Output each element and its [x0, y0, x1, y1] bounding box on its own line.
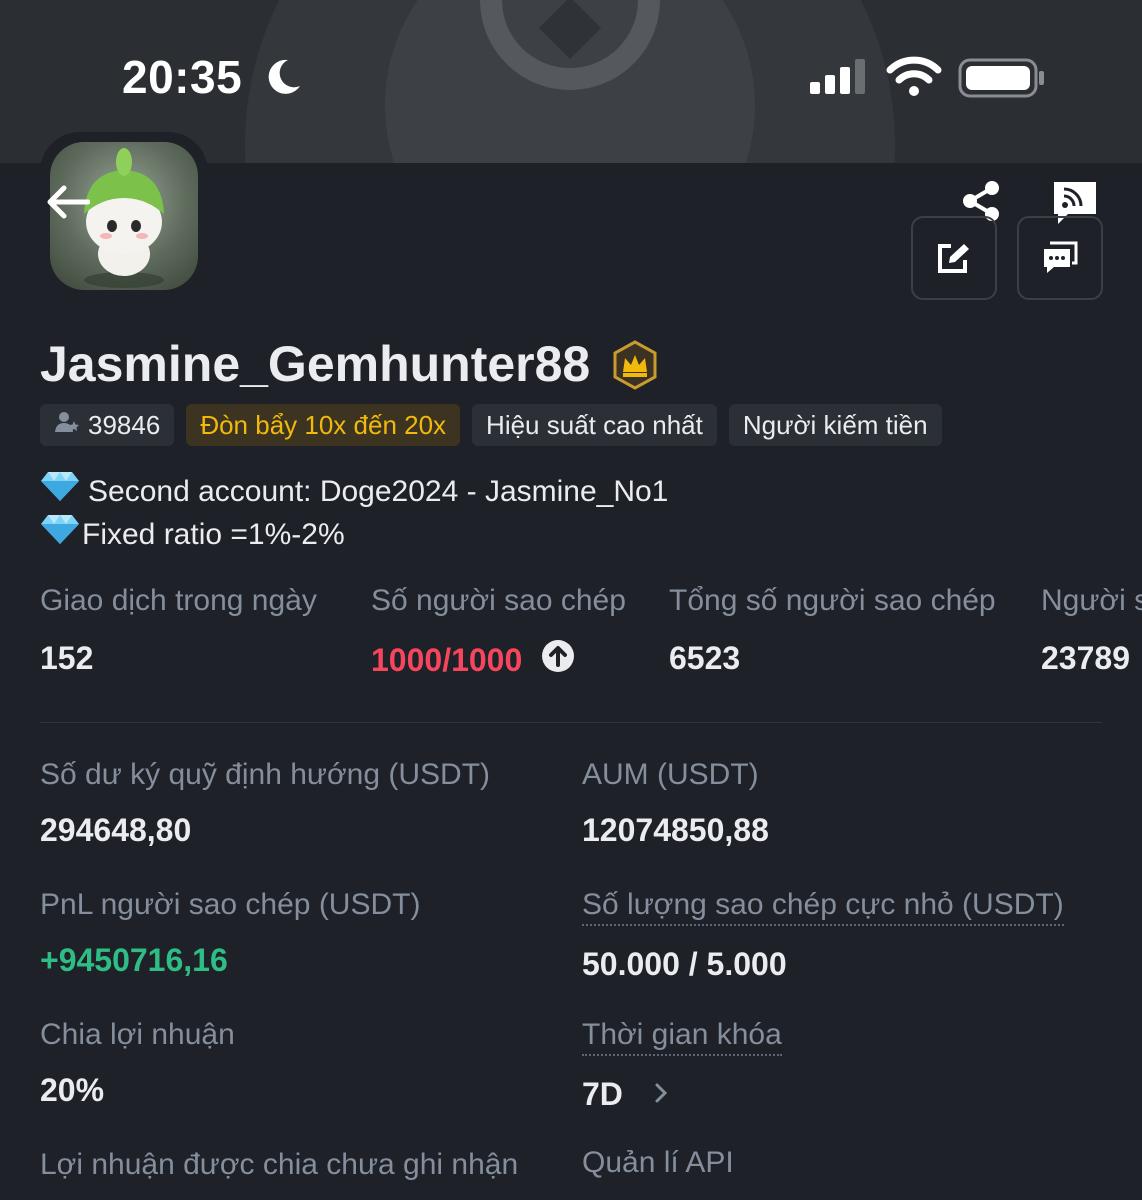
bio-line-2: Fixed ratio =1%-2% — [82, 517, 345, 551]
stat-label: Giao dịch trong ngày — [40, 584, 317, 617]
edit-icon — [938, 244, 969, 273]
gem-icon — [40, 513, 80, 556]
stat-value: 152 — [40, 640, 94, 676]
field-label-tooltip[interactable]: Số lượng sao chép cực nhỏ (USDT) — [582, 888, 1064, 926]
min-copy-field: Số lượng sao chép cực nhỏ (USDT) 50.000 … — [582, 888, 1064, 983]
stat-daily-trades: Giao dịch trong ngày 152 — [40, 584, 317, 677]
back-arrow-icon[interactable] — [44, 182, 91, 227]
signal-icon — [808, 58, 870, 101]
field-value: 294648,80 — [40, 812, 192, 848]
field-value: 50.000 / 5.000 — [582, 946, 787, 982]
wifi-icon — [886, 54, 942, 103]
stat-copiers: Số người sao chép 1000/1000 — [371, 584, 626, 680]
stat-label: Số người sao chép — [371, 584, 626, 617]
field-label[interactable]: Quản lí API — [582, 1146, 734, 1180]
arrow-up-circle-icon[interactable] — [542, 640, 575, 680]
stat-value: 23789 — [1041, 640, 1130, 676]
follower-count: 39846 — [88, 410, 161, 440]
battery-icon — [958, 58, 1046, 103]
tag-list: 39846 Đòn bẩy 10x đến 20x Hiệu suất cao … — [40, 404, 942, 446]
stat-value-row: 1000/1000 — [371, 640, 626, 680]
aum-field: AUM (USDT) 12074850,88 — [582, 758, 769, 849]
field-value: 20% — [40, 1072, 105, 1108]
chevron-right-icon[interactable] — [653, 1076, 669, 1113]
follower-count-tag: 39846 — [40, 404, 175, 446]
chat-button[interactable] — [1017, 216, 1103, 300]
field-label: AUM (USDT) — [582, 758, 759, 791]
field-label: PnL người sao chép (USDT) — [40, 888, 421, 921]
field-value-row[interactable]: 7D — [582, 1076, 782, 1113]
followers-icon — [54, 404, 80, 446]
field-label: Chia lợi nhuận — [40, 1018, 235, 1051]
chat-icon — [1044, 241, 1078, 273]
leverage-tag: Đòn bẩy 10x đến 20x — [186, 404, 461, 446]
stat-value: 1000/1000 — [371, 641, 523, 678]
lock-time-field[interactable]: Thời gian khóa 7D — [582, 1018, 782, 1113]
status-time: 20:35 — [122, 51, 243, 103]
bio: Second account: Doge2024 - Jasmine_No1 F… — [40, 470, 668, 556]
field-value: 7D — [582, 1076, 623, 1112]
trader-name: Jasmine_Gemhunter88 — [40, 336, 591, 392]
margin-balance-field: Số dư ký quỹ định hướng (USDT) 294648,80 — [40, 758, 490, 849]
api-management-field[interactable]: Quản lí API — [582, 1146, 734, 1180]
field-label: Số dư ký quỹ định hướng (USDT) — [40, 758, 491, 791]
bio-line-1: Second account: Doge2024 - Jasmine_No1 — [88, 474, 669, 508]
stat-label: Tổng số người sao chép — [669, 584, 996, 617]
earner-tag: Người kiếm tiền — [728, 404, 942, 446]
field-label-tooltip[interactable]: Thời gian khóa — [582, 1018, 782, 1056]
divider — [40, 722, 1102, 723]
field-label: Lợi nhuận được chia chưa ghi nhận — [40, 1148, 519, 1181]
performance-tag: Hiệu suất cao nhất — [472, 404, 717, 446]
crown-badge-icon — [610, 340, 660, 395]
field-value: 12074850,88 — [582, 812, 769, 848]
stat-truncated: Người s 23789 — [1041, 584, 1142, 677]
field-value: +9450716,16 — [40, 942, 228, 978]
gem-icon — [40, 470, 80, 513]
stat-label: Người s — [1041, 584, 1142, 617]
profit-share-field: Chia lợi nhuận 20% — [40, 1018, 235, 1109]
edit-button[interactable] — [911, 216, 997, 300]
moon-icon — [262, 56, 304, 103]
unrealized-share-field: Lợi nhuận được chia chưa ghi nhận — [40, 1148, 518, 1182]
copier-pnl-field: PnL người sao chép (USDT) +9450716,16 — [40, 888, 420, 979]
stat-value: 6523 — [669, 640, 741, 676]
stat-total-copiers: Tổng số người sao chép 6523 — [669, 584, 996, 677]
